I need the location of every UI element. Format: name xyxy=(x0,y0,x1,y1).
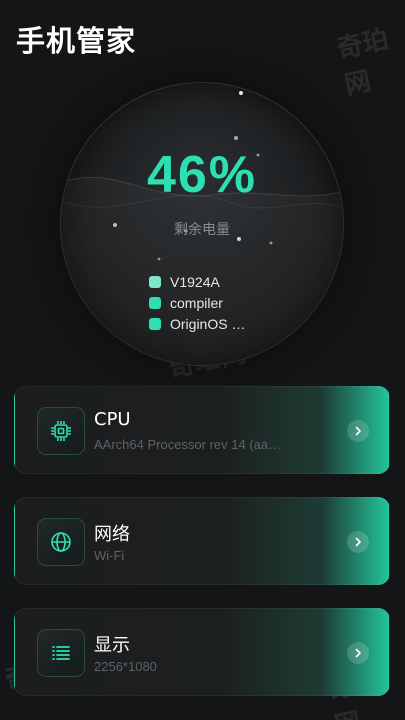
device-info-item: V1924A xyxy=(149,271,245,292)
display-card-subtitle: 2256*1080 xyxy=(94,659,157,674)
page-title: 手机管家 xyxy=(16,24,137,58)
bullet-icon xyxy=(149,275,161,288)
cpu-card-title: CPU xyxy=(94,409,131,430)
cpu-card-subtitle: AArch64 Processor rev 14 (aa… xyxy=(94,437,282,452)
network-card-title: 网络 xyxy=(94,524,130,545)
chip-icon xyxy=(37,407,85,455)
network-card-subtitle: Wi-Fi xyxy=(94,548,125,563)
network-card[interactable]: 网络 Wi-Fi xyxy=(14,497,390,585)
chevron-right-icon[interactable] xyxy=(347,420,369,442)
display-card[interactable]: 显示 2256*1080 xyxy=(14,608,390,696)
watermark: 奇珀网 xyxy=(334,24,392,101)
globe-icon xyxy=(37,518,85,566)
device-info-item: OriginOS … xyxy=(149,313,245,334)
device-info-list: V1924A compiler OriginOS … xyxy=(149,271,245,334)
chevron-right-icon[interactable] xyxy=(347,642,369,664)
battery-remaining-label: 剩余电量 xyxy=(174,222,230,238)
device-os: OriginOS … xyxy=(170,315,246,332)
bullet-icon xyxy=(149,317,161,330)
device-compiler: compiler xyxy=(170,294,223,311)
cpu-card[interactable]: CPU AArch64 Processor rev 14 (aa… xyxy=(14,386,390,474)
device-model: V1924A xyxy=(170,273,220,290)
battery-gauge: 46% 剩余电量 V1924A compiler OriginOS … xyxy=(60,82,344,366)
chevron-right-icon[interactable] xyxy=(347,531,369,553)
device-info-item: compiler xyxy=(149,292,245,313)
display-card-title: 显示 xyxy=(94,635,130,656)
list-icon xyxy=(37,629,85,677)
battery-percent: 46% xyxy=(146,146,258,204)
bullet-icon xyxy=(149,296,161,309)
